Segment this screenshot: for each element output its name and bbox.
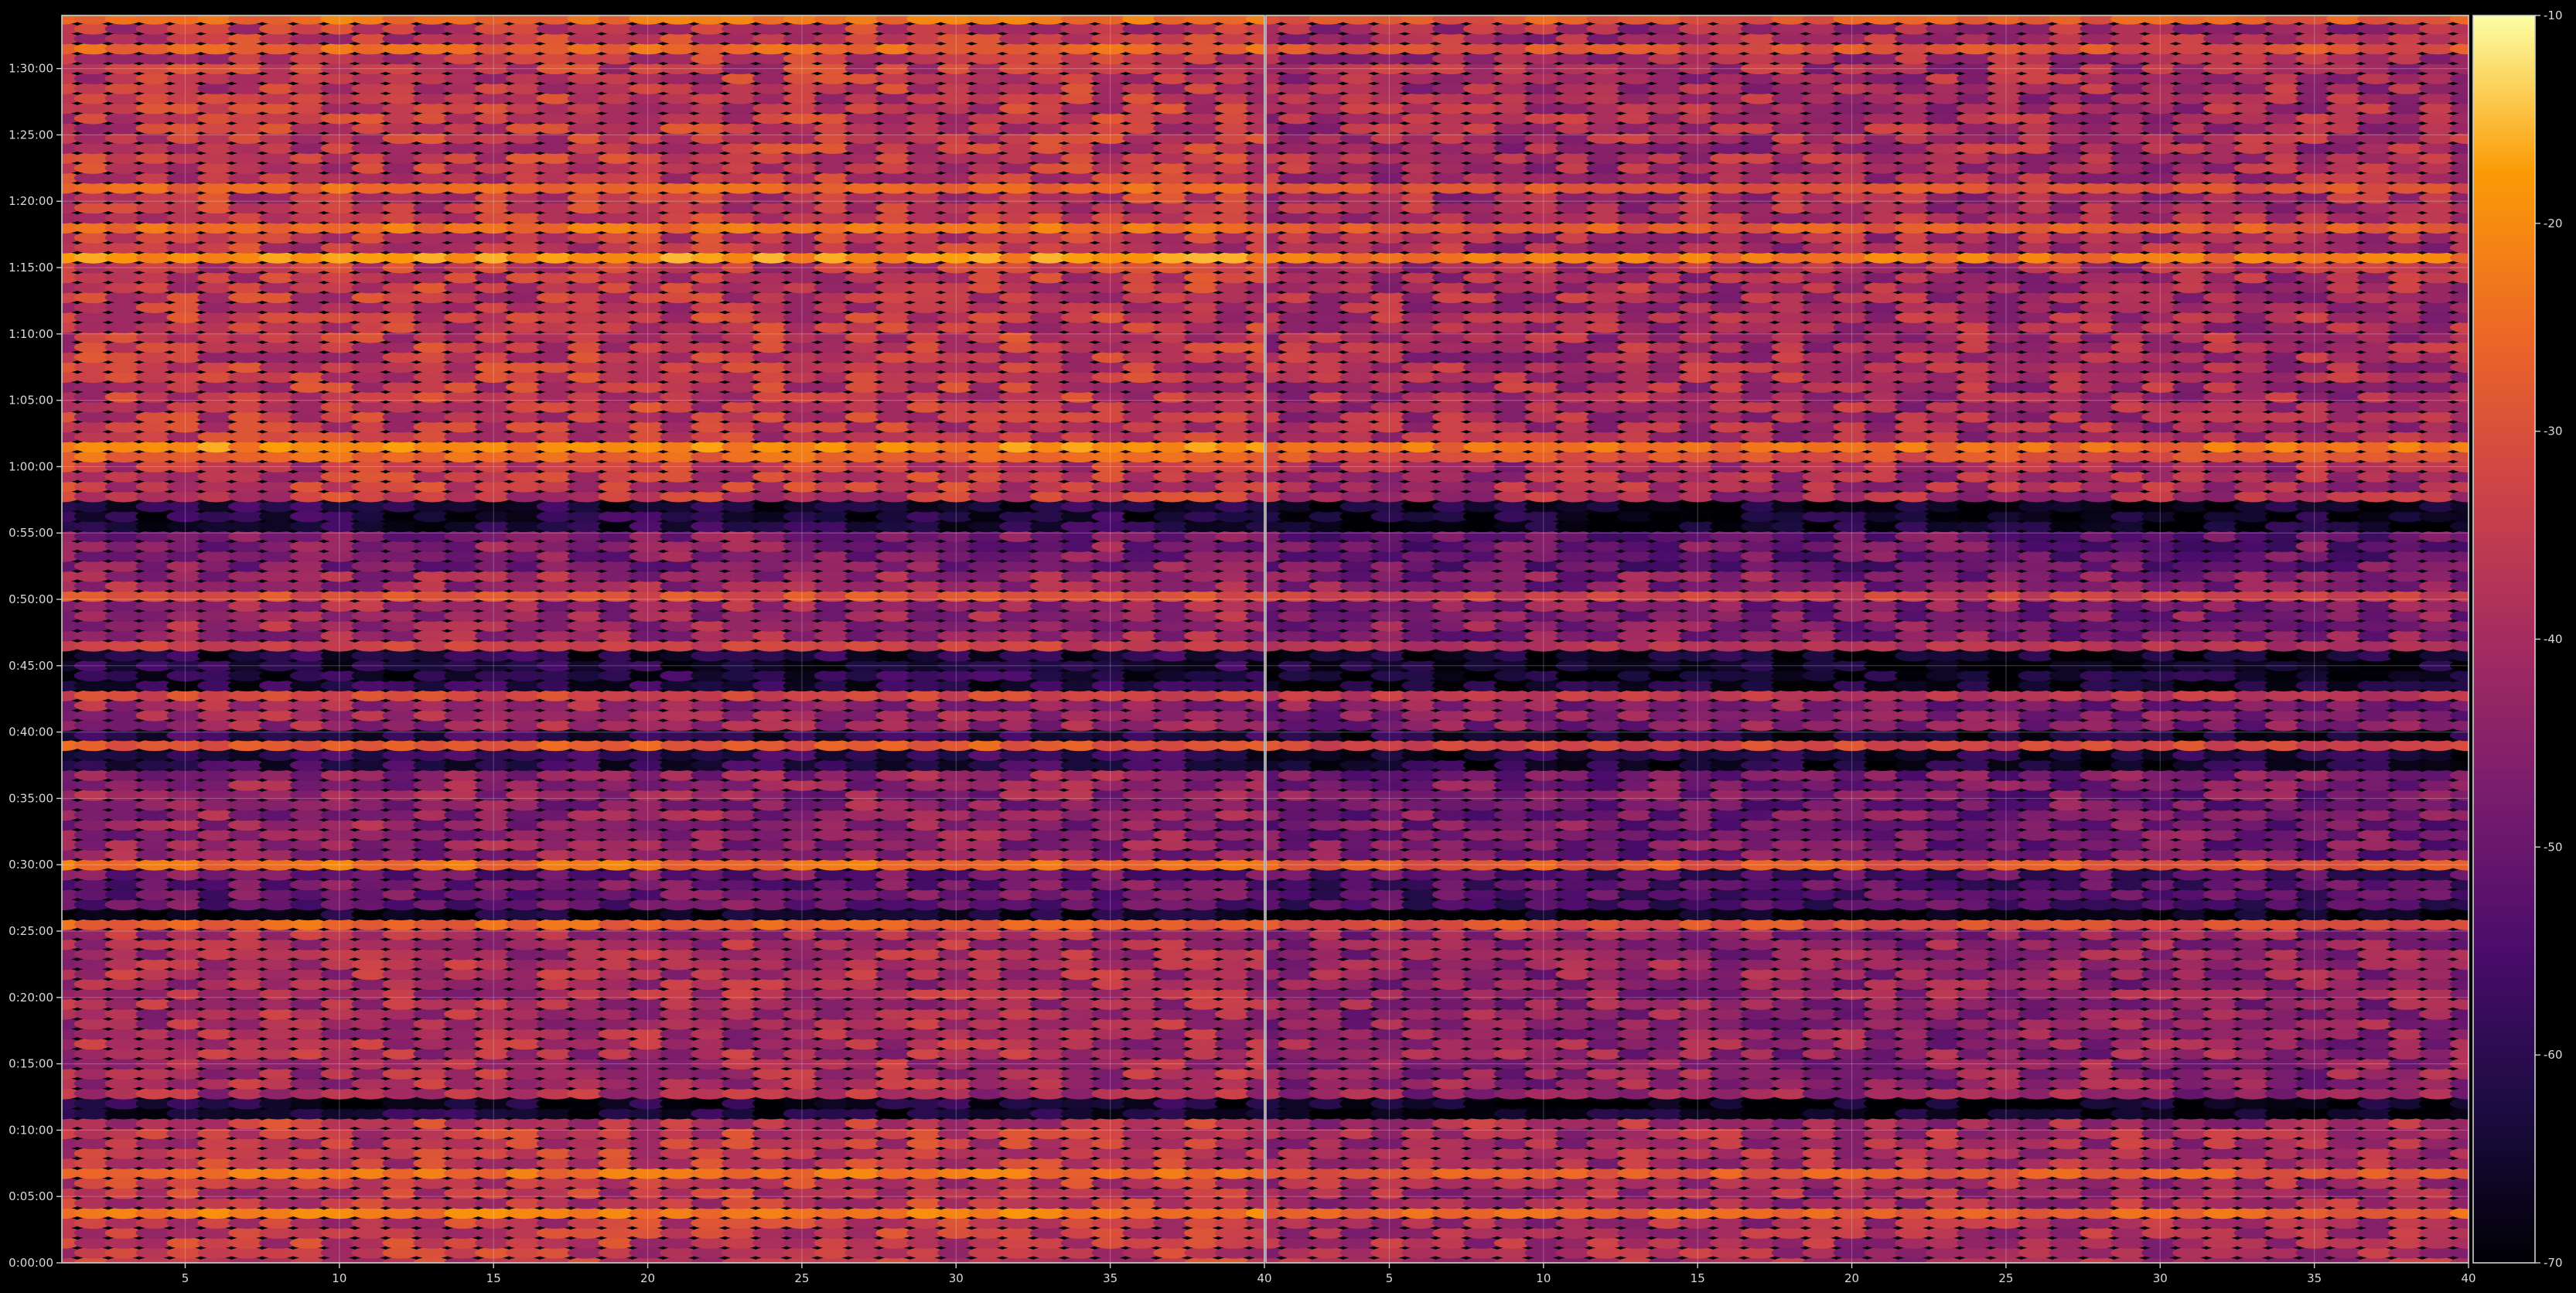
spectrogram-chart: 5 10 15 20 25 30 35 40 0:00:00 0:05:00 0:10:00 0:1…	[0, 0, 2576, 1293]
chart-svg: 5 10 15 20 25 30 35 40 0:00:000:05:000:10:000:1…	[9, 9, 2562, 1285]
left-spectrogram-panel: 5 10 15 20 25 30 35 40 0:00:000:05:000:10:000:1…	[9, 15, 1272, 1285]
